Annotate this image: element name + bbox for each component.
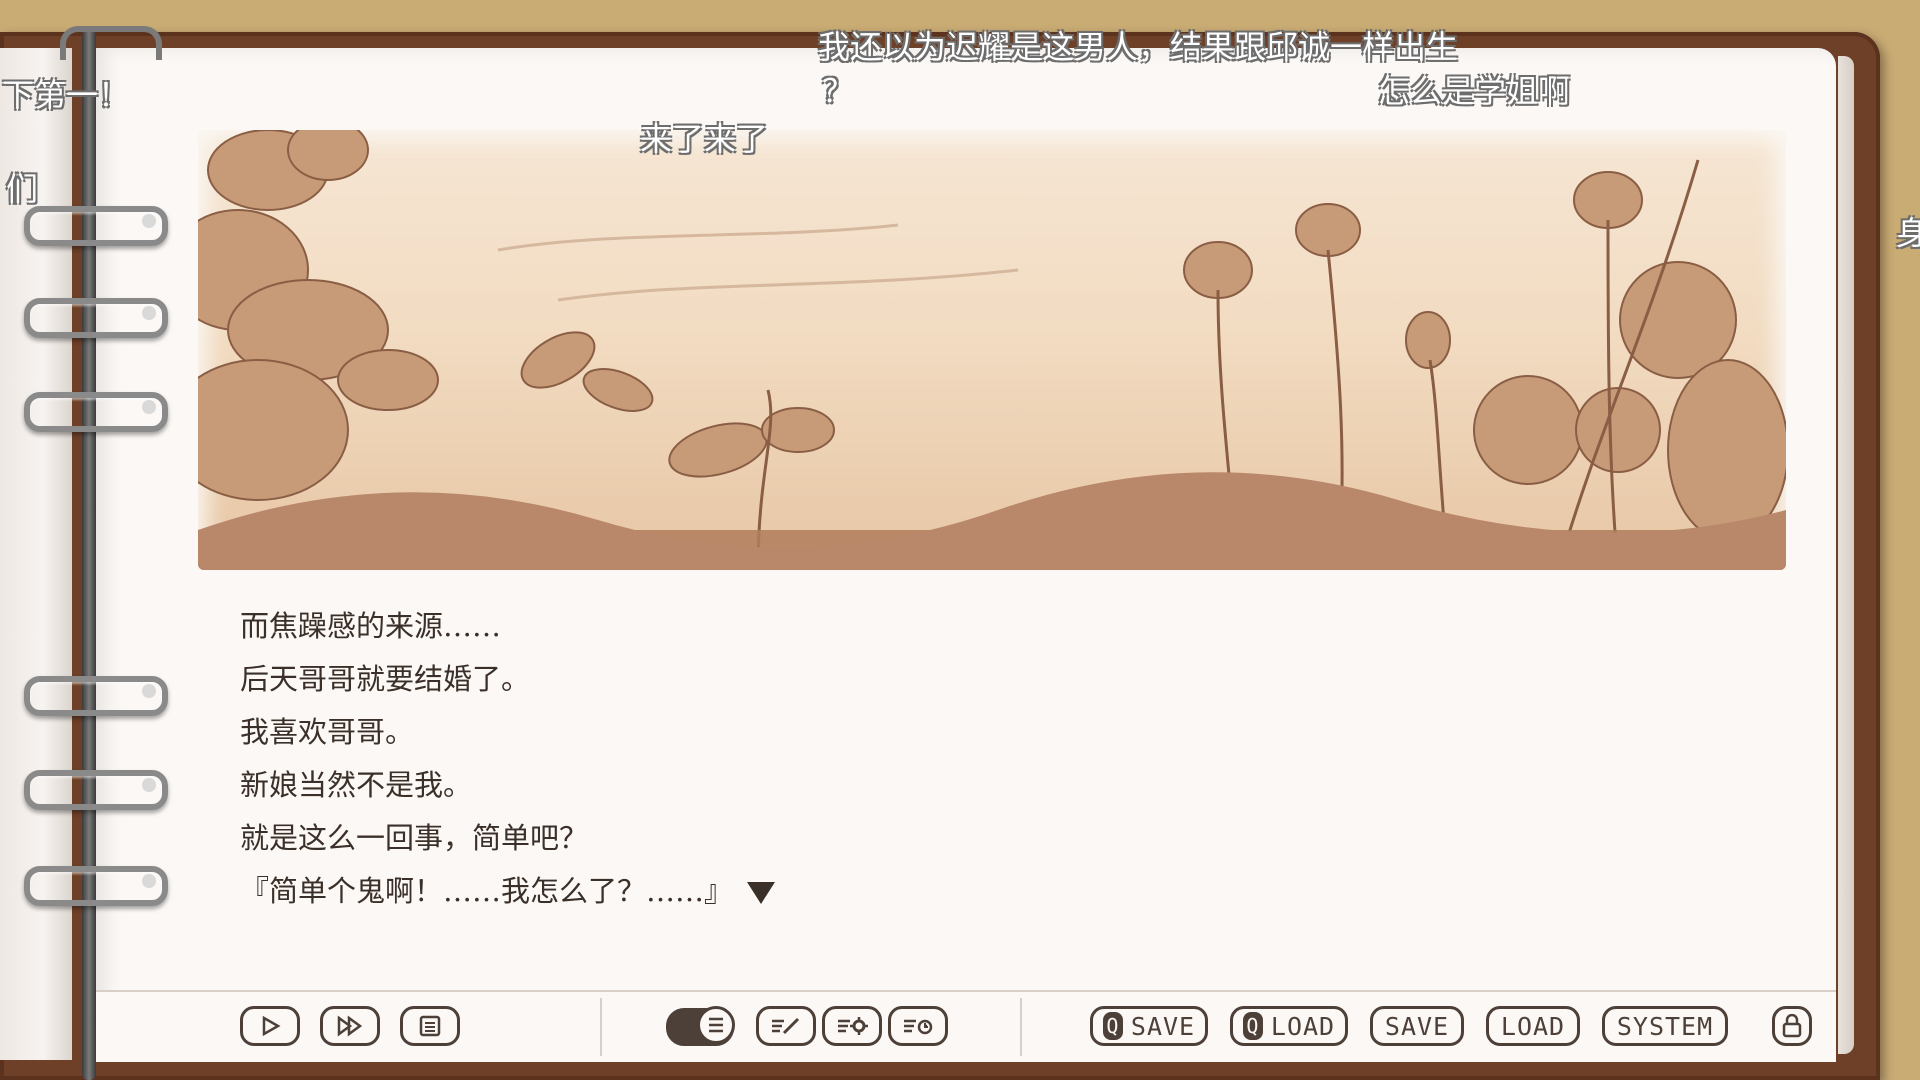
clock-lines-icon	[904, 1019, 933, 1035]
gear-lines-icon	[838, 1017, 868, 1035]
fast-forward-icon	[337, 1015, 363, 1037]
dialogue-text: 『简单个鬼啊！……我怎么了？……』	[240, 874, 734, 908]
overlay-comment: ？	[822, 72, 855, 110]
narration-line: 『简单个鬼啊！……我怎么了？……』	[240, 865, 1440, 918]
binder-ring	[24, 866, 168, 906]
narration-line: 后天哥哥就要结婚了。	[240, 662, 531, 696]
list-icon	[419, 1015, 441, 1037]
flower-field-drawing	[198, 130, 1786, 570]
triangle-down-icon[interactable]	[747, 882, 776, 904]
binder-ring	[24, 206, 168, 246]
quick-save-button[interactable]: Q SAVE	[1090, 1006, 1208, 1046]
overlay-comment: 下第一！	[2, 76, 131, 114]
binder-spine	[82, 30, 96, 1080]
narration-line: 新娘当然不是我。	[240, 768, 473, 802]
toolbar-divider	[1020, 998, 1022, 1056]
text-settings-button[interactable]	[756, 1006, 816, 1046]
overlay-comment: 怎么是学姐啊	[1378, 72, 1571, 110]
binder-ring	[24, 676, 168, 716]
save-button[interactable]: SAVE	[1370, 1006, 1464, 1046]
quick-badge: Q	[1242, 1012, 1263, 1040]
system-button[interactable]: SYSTEM	[1602, 1006, 1728, 1046]
auto-play-button[interactable]	[240, 1006, 300, 1046]
quick-load-label: LOAD	[1270, 1011, 1336, 1041]
binder-ring-top	[60, 26, 162, 60]
voice-settings-button[interactable]	[888, 1006, 948, 1046]
text-window-toggle[interactable]	[666, 1006, 735, 1046]
binder-ring	[24, 392, 168, 432]
system-label: SYSTEM	[1616, 1011, 1714, 1041]
narration-text: 而焦躁感的来源…… 后天哥哥就要结婚了。 我喜欢哥哥。 新娘当然不是我。 就是这…	[240, 600, 1440, 918]
save-label: SAVE	[1384, 1011, 1450, 1041]
narration-line: 就是这么一回事，简单吧？	[240, 821, 589, 855]
quick-badge: Q	[1102, 1012, 1123, 1040]
lock-button[interactable]	[1772, 1006, 1812, 1046]
overlay-comment: 来了来了	[640, 120, 769, 158]
pen-lines-icon	[772, 1017, 800, 1035]
skip-button[interactable]	[320, 1006, 380, 1046]
quick-load-button[interactable]: Q LOAD	[1230, 1006, 1348, 1046]
binder-ring	[24, 298, 168, 338]
play-icon	[262, 1015, 281, 1037]
toolbar-divider	[600, 998, 602, 1056]
game-toolbar: Q SAVE Q LOAD SAVE LOAD SYSTEM	[96, 990, 1836, 1062]
overlay-comment: 我还以为迟耀是这男人，结果跟邱诚一样出生	[818, 28, 1459, 66]
load-label: LOAD	[1500, 1011, 1566, 1041]
narration-line: 而焦躁感的来源……	[240, 609, 502, 643]
load-button[interactable]: LOAD	[1486, 1006, 1580, 1046]
narration-line: 我喜欢哥哥。	[240, 715, 415, 749]
overlay-comment: 身	[1896, 214, 1920, 252]
page-edge	[1838, 56, 1854, 1054]
overlay-comment: 们	[6, 170, 39, 208]
binder-ring	[24, 770, 168, 810]
lock-icon	[1782, 1014, 1802, 1038]
quick-save-label: SAVE	[1130, 1011, 1196, 1041]
backlog-button[interactable]	[400, 1006, 460, 1046]
scene-illustration	[198, 130, 1786, 570]
config-button[interactable]	[822, 1006, 882, 1046]
text-window-toggle-icon	[697, 1006, 735, 1044]
